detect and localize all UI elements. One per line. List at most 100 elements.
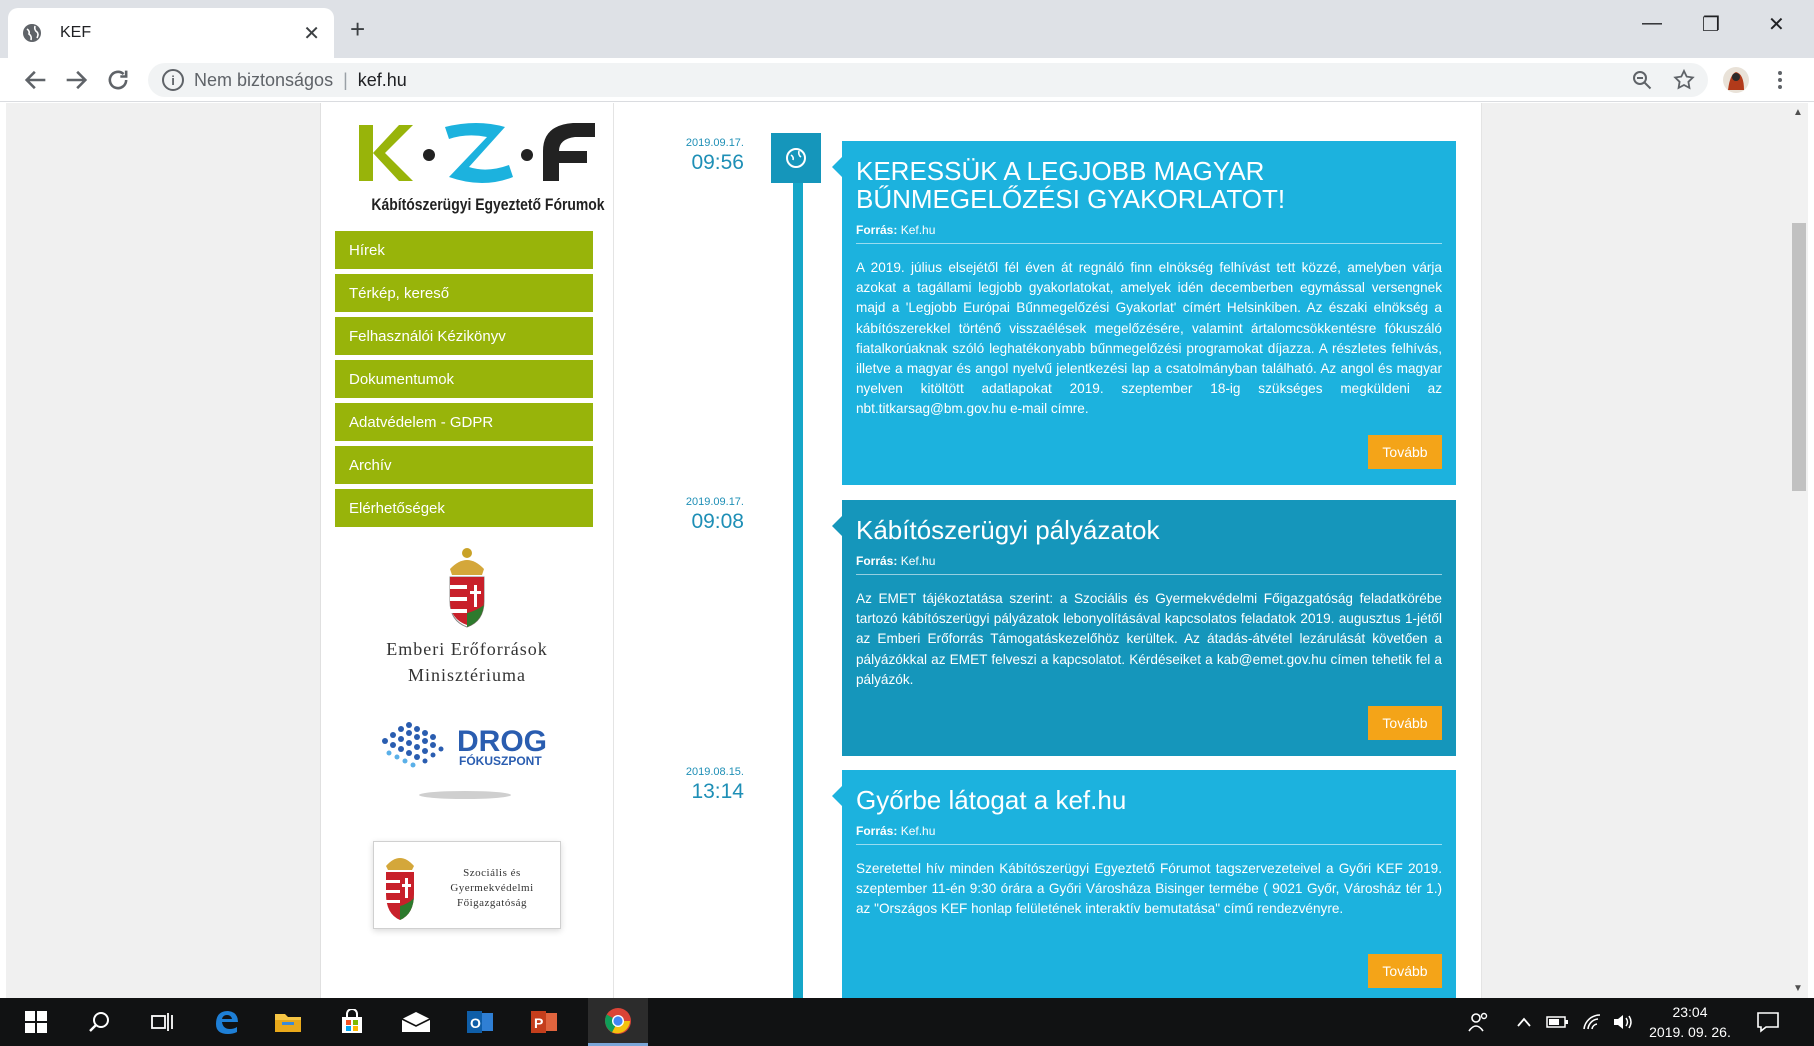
new-tab-button[interactable]: + [350,14,365,45]
edge-icon[interactable] [196,998,256,1046]
globe-icon [23,24,41,42]
news-timeline: 2019.09.17. 09:56 KERESSÜK A LEGJOBB MAG… [614,103,1482,998]
profile-avatar[interactable] [1722,66,1750,94]
post-date-day: 2019.09.17. [685,496,744,508]
timeline-line [793,143,803,998]
logo-subtitle: Kábítószerügyi Egyeztető Fórumok [371,195,605,214]
notifications-icon[interactable] [1756,998,1780,1046]
start-icon[interactable] [6,998,66,1046]
post-date: 2019.09.17. 09:56 [654,137,744,175]
restore-button[interactable]: ❐ [1702,12,1720,37]
timeline-icon [771,133,821,183]
post-date: 2019.09.17. 09:08 [654,496,744,534]
back-icon[interactable] [22,66,50,94]
outlook-icon[interactable]: O [450,998,510,1046]
close-window-button[interactable]: ✕ [1768,12,1785,37]
battery-icon[interactable] [1546,998,1570,1046]
bookmark-star-icon[interactable] [1672,68,1696,92]
coat-of-arms-icon [449,548,485,628]
omnibox-separator: | [343,69,348,90]
timeline-globe-icon [786,148,806,168]
post-source: Forrás: Kef.hu [856,223,1442,244]
scroll-down-icon[interactable]: ▼ [1793,983,1803,994]
address-bar[interactable]: i Nem biztonságos | kef.hu [148,63,1708,97]
menu-item-dokumentumok[interactable]: Dokumentumok [335,360,593,398]
news-card: Kábítószerügyi pályázatok Forrás: Kef.hu… [832,500,1456,756]
post-date-day: 2019.09.17. [685,137,744,149]
tab-strip: KEF ✕ + — ❐ ✕ [0,0,1814,58]
menu-item-hirek[interactable]: Hírek [335,231,593,269]
source-value: Kef.hu [900,554,936,568]
tab-close-icon[interactable]: ✕ [303,21,320,46]
security-label: Nem biztonságos [194,69,334,90]
clock-date: 2019. 09. 26. [1649,1024,1731,1040]
drog-subtitle: FÓKUSZPONT [459,753,542,768]
post-date-time: 09:56 [691,151,744,174]
zoom-icon[interactable] [1630,68,1654,92]
search-icon[interactable] [70,998,130,1046]
windows-taskbar: O P 23:04 2019. 09. 26. [0,998,1814,1046]
post-title[interactable]: Győrbe látogat a kef.hu [856,786,1442,814]
news-card: KERESSÜK A LEGJOBB MAGYAR BŰNMEGELŐZÉSI … [832,141,1456,485]
menu-dots-icon[interactable] [1774,68,1786,92]
url-text: kef.hu [357,69,407,90]
menu-item-archiv[interactable]: Archív [335,446,593,484]
powerpoint-icon[interactable]: P [514,998,574,1046]
chrome-icon[interactable] [588,998,648,1046]
show-hidden-icons-icon[interactable] [1516,998,1532,1046]
post-body: Szeretettel hív minden Kábítószerügyi Eg… [856,861,1442,917]
page-viewport: Kábítószerügyi Egyeztető Fórumok Hírek T… [6,103,1790,998]
menu-item-elerhetosegek[interactable]: Elérhetőségek [335,489,593,527]
store-icon[interactable] [322,998,382,1046]
source-label: Forrás: [856,223,898,237]
post-date: 2019.08.15. 13:14 [654,766,744,804]
menu-item-kezikonyv[interactable]: Felhasználói Kézikönyv [335,317,593,355]
source-label: Forrás: [856,554,898,568]
forward-icon[interactable] [62,66,90,94]
main-menu: Hírek Térkép, kereső Felhasználói Kézikö… [335,231,593,532]
page-scrollbar[interactable]: ▲ ▼ [1790,103,1808,998]
task-view-icon[interactable] [132,998,192,1046]
svg-text:P: P [534,1015,543,1031]
post-date-time: 13:14 [691,780,744,803]
kef-logo-mark [359,123,595,183]
post-title[interactable]: Kábítószerügyi pályázatok [856,516,1442,544]
news-card: Győrbe látogat a kef.hu Forrás: Kef.hu S… [832,770,1456,998]
sidebar: Kábítószerügyi Egyeztető Fórumok Hírek T… [320,103,614,998]
source-label: Forrás: [856,824,898,838]
taskbar-clock[interactable]: 23:04 2019. 09. 26. [1640,1002,1740,1042]
file-explorer-icon[interactable] [258,998,318,1046]
menu-item-gdpr[interactable]: Adatvédelem - GDPR [335,403,593,441]
mail-icon[interactable] [386,998,446,1046]
menu-item-terkep[interactable]: Térkép, kereső [335,274,593,312]
browser-tab[interactable]: KEF ✕ [8,8,334,58]
info-icon[interactable]: i [162,69,184,91]
emmi-line1: Emberi Erőforrások [386,639,548,659]
read-more-button[interactable]: Tovább [1368,954,1442,988]
reload-icon[interactable] [104,66,132,94]
post-source: Forrás: Kef.hu [856,824,1442,845]
emmi-line2: Minisztériuma [408,665,526,685]
volume-icon[interactable] [1612,998,1634,1046]
sgyf-coat-of-arms-icon [386,858,414,920]
post-source: Forrás: Kef.hu [856,554,1442,575]
post-title[interactable]: KERESSÜK A LEGJOBB MAGYAR BŰNMEGELŐZÉSI … [856,157,1442,213]
kef-logo[interactable]: Kábítószerügyi Egyeztető Fórumok [337,111,607,221]
scroll-up-icon[interactable]: ▲ [1793,107,1803,118]
scrollbar-thumb[interactable] [1792,223,1806,491]
tab-title: KEF [60,24,92,41]
clock-time: 23:04 [1672,1004,1708,1020]
read-more-button[interactable]: Tovább [1368,706,1442,740]
svg-text:O: O [470,1015,481,1031]
people-icon[interactable] [1468,998,1490,1046]
minimize-button[interactable]: — [1642,12,1662,35]
sgyf-logo[interactable]: Szociális és Gyermekvédelmi Főigazgatósá… [373,841,561,929]
browser-toolbar: i Nem biztonságos | kef.hu [0,58,1814,102]
drog-fokuszpont-logo[interactable]: DROG FÓKUSZPONT [365,713,575,803]
wifi-icon[interactable] [1582,998,1604,1046]
source-value: Kef.hu [900,223,936,237]
emmi-logo[interactable]: Emberi Erőforrások Minisztériuma [337,545,597,686]
post-date-time: 09:08 [691,510,744,533]
drog-logo-mark: DROG FÓKUSZPONT [382,722,547,799]
read-more-button[interactable]: Tovább [1368,435,1442,469]
